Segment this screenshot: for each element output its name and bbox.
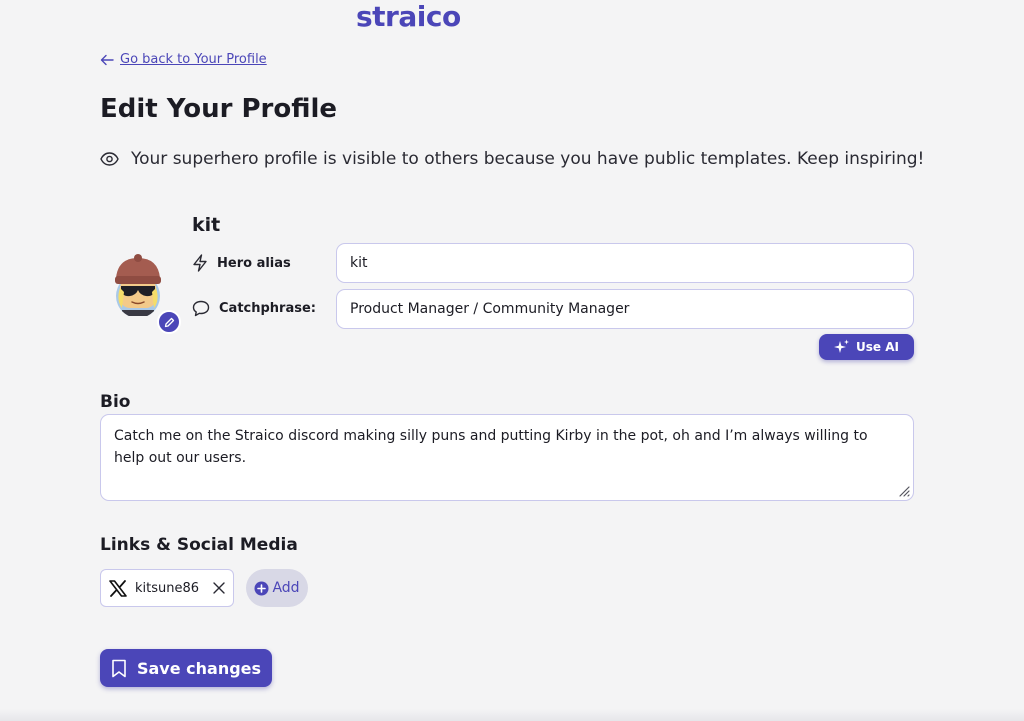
catchphrase-input[interactable] [336,289,914,329]
back-to-profile-link[interactable]: Go back to Your Profile [100,52,267,67]
close-icon [213,582,225,594]
hero-alias-label: Hero alias [192,254,291,272]
hero-alias-label-text: Hero alias [217,255,291,271]
add-link-button[interactable]: Add [246,569,308,607]
catchphrase-label-text: Catchphrase: [219,301,316,316]
use-ai-button[interactable]: Use AI [819,334,914,360]
resize-handle-icon[interactable] [896,483,910,497]
save-changes-button[interactable]: Save changes [100,649,272,687]
arrow-left-icon [100,54,114,65]
save-changes-label: Save changes [136,658,262,678]
sparkles-icon [834,339,850,353]
bio-textarea[interactable]: Catch me on the Straico discord making s… [100,414,914,501]
add-link-label: Add [272,580,300,596]
edit-profile-page: straico Go back to Your Profile Edit You… [0,0,1024,721]
plus-circle-icon [254,581,269,595]
straico-logo[interactable]: straico [356,0,461,33]
speech-bubble-icon [192,300,210,317]
bookmark-icon [112,659,126,677]
window-bottom-edge [0,709,1024,721]
avatar[interactable] [108,252,181,334]
catchphrase-label: Catchphrase: [192,300,316,317]
bio-heading: Bio [100,392,131,412]
page-title: Edit Your Profile [100,94,338,124]
pencil-icon [164,317,174,327]
hero-alias-input[interactable] [336,243,914,283]
eye-icon [100,152,119,166]
avatar-edit-button[interactable] [157,310,181,334]
social-link-chip[interactable]: kitsune86 [100,569,234,607]
remove-link-button[interactable] [213,582,225,594]
x-logo-icon [109,579,127,597]
social-handle: kitsune86 [135,580,200,596]
lightning-icon [193,254,207,272]
visibility-text: Your superhero profile is visible to oth… [131,149,925,169]
visibility-notice: Your superhero profile is visible to oth… [100,149,924,169]
links-heading: Links & Social Media [100,535,298,555]
back-link-label: Go back to Your Profile [120,52,267,67]
avatar-image [115,254,161,318]
profile-username: kit [192,214,221,236]
use-ai-label: Use AI [856,340,899,354]
